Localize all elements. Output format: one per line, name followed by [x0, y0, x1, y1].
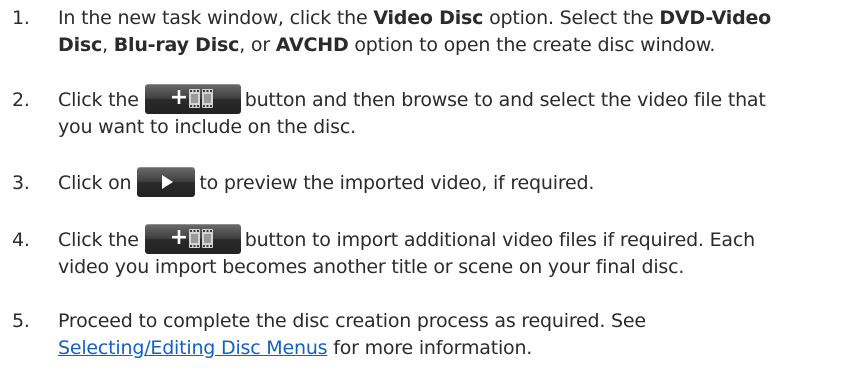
film-frame-icon — [188, 88, 200, 108]
option-avchd: AVCHD — [275, 34, 349, 56]
step-text: Proceed to complete the disc creation pr… — [58, 308, 848, 362]
selecting-editing-disc-menus-link[interactable]: Selecting/Editing Disc Menus — [58, 337, 328, 359]
step-line: Selecting/Editing Disc Menus for more in… — [58, 337, 533, 359]
step-text: Click the + button to import additional vi… — [58, 223, 848, 281]
step-line: Click the + button to import additional vi… — [58, 223, 848, 254]
option-dvd-video: DVD-Video — [659, 7, 772, 29]
import-video-button: + — [144, 83, 241, 114]
film-frame-icon — [201, 88, 213, 108]
step-line: In the new task window, click the Video … — [58, 7, 772, 29]
step-line: you want to include on the disc. — [58, 116, 356, 138]
step-text: Click the + button and then browse to and … — [58, 83, 848, 141]
play-button — [137, 166, 196, 197]
step-line: Proceed to complete the disc creation pr… — [58, 310, 646, 332]
step-number: 1. — [12, 7, 30, 29]
step-line: Click the + button and then browse to and … — [58, 83, 848, 114]
plus-icon: + — [169, 84, 188, 110]
step-line: Click on to preview the imported video, i… — [58, 166, 848, 197]
step-line: video you import becomes another title o… — [58, 256, 685, 278]
film-frame-icon — [201, 228, 213, 248]
step-text: Click on to preview the imported video, i… — [58, 166, 848, 197]
play-icon — [162, 174, 174, 189]
option-video-disc: Video Disc — [373, 7, 484, 29]
step-number: 5. — [12, 310, 30, 332]
option-blu-ray-disc: Blu-ray Disc — [113, 34, 240, 56]
import-video-button: + — [144, 223, 241, 254]
step-number: 3. — [12, 172, 30, 194]
plus-icon: + — [169, 224, 188, 250]
instructions-document: 1. In the new task window, click the Vid… — [0, 0, 849, 371]
film-frame-icon — [188, 228, 200, 248]
step-line: Disc, Blu-ray Disc, or AVCHD option to o… — [58, 34, 716, 56]
step-number: 4. — [12, 229, 30, 251]
step-number: 2. — [12, 89, 30, 111]
step-text: In the new task window, click the Video … — [58, 5, 848, 59]
